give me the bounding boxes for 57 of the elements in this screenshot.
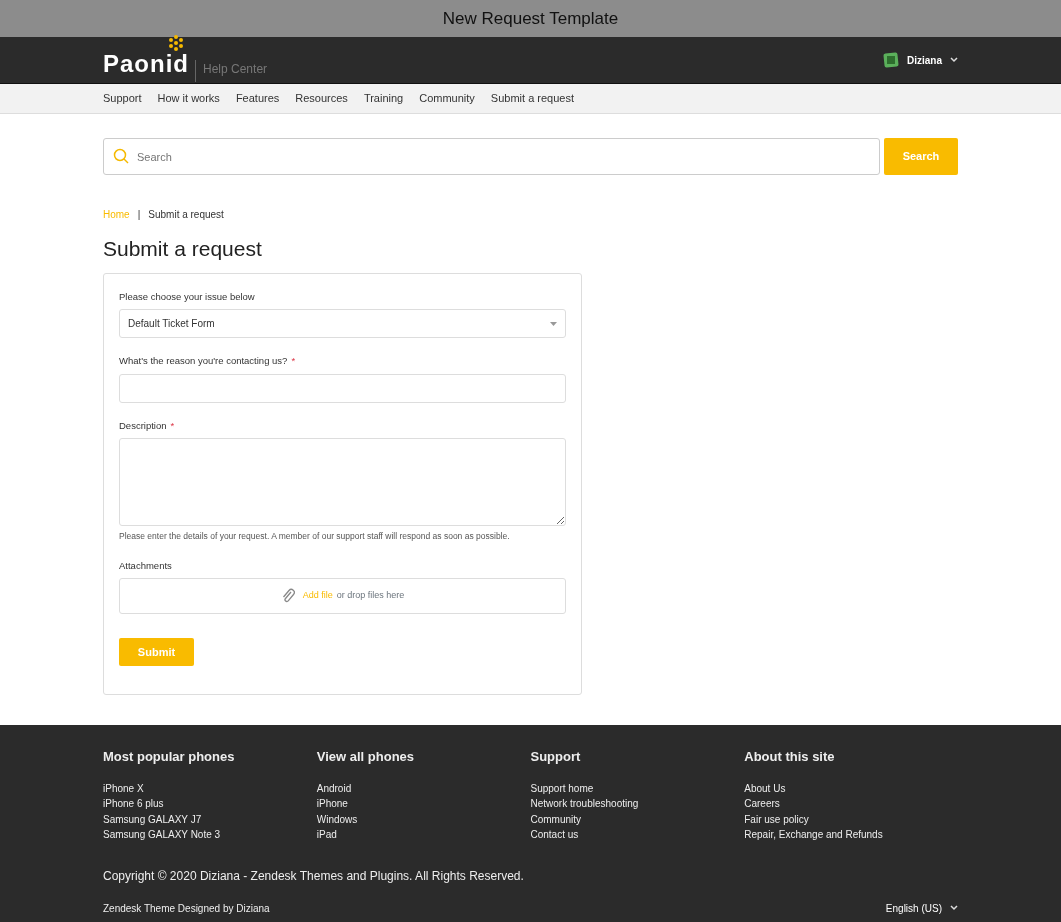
footer-link[interactable]: iPad bbox=[316, 827, 337, 843]
nav-link-item[interactable]: Training bbox=[363, 90, 404, 107]
drop-files-text: or drop files here bbox=[336, 590, 405, 601]
footer-link[interactable]: Android bbox=[316, 780, 352, 797]
chevron-down-icon bbox=[950, 905, 958, 912]
footer-link[interactable]: Windows bbox=[316, 811, 358, 828]
nav-link-item[interactable]: Community bbox=[419, 90, 475, 107]
copyright-text: Copyright © 2020 Diziana - Zendesk Themes and Plugins. All Rights Reserved. bbox=[103, 867, 524, 885]
footer-link[interactable]: Careers bbox=[744, 796, 780, 812]
chevron-down-icon bbox=[950, 57, 958, 63]
footer-heading: View all phones bbox=[316, 748, 416, 765]
credit-text: Zendesk Theme Designed by Diziana bbox=[103, 901, 271, 916]
nav-link-item[interactable]: Features bbox=[235, 90, 280, 107]
reason-input[interactable] bbox=[119, 373, 566, 403]
search-icon bbox=[113, 148, 129, 164]
flower-logo-icon bbox=[167, 34, 185, 52]
file-drop-zone[interactable]: Add file or drop files here bbox=[119, 577, 566, 614]
paperclip-icon bbox=[280, 587, 295, 604]
nav-link-item[interactable]: Resources bbox=[295, 90, 348, 107]
breadcrumb-separator: | bbox=[137, 208, 141, 222]
footer-link[interactable]: iPhone X bbox=[103, 780, 144, 797]
required-mark: * bbox=[291, 354, 296, 369]
page-title: Submit a request bbox=[103, 236, 263, 262]
window-title: New Request Template bbox=[0, 0, 1061, 37]
user-menu[interactable]: Diziana bbox=[883, 52, 958, 68]
footer-link[interactable]: Fair use policy bbox=[744, 811, 809, 828]
footer-link[interactable]: iPhone bbox=[316, 796, 348, 812]
language-selector[interactable]: English (US) bbox=[885, 900, 958, 916]
footer-heading: Support bbox=[530, 748, 582, 765]
field-label: Please choose your issue below bbox=[119, 290, 255, 305]
help-center-subtitle: Help Center bbox=[195, 60, 268, 82]
nav-link-item[interactable]: How it works bbox=[157, 90, 220, 107]
issue-select[interactable]: Default Ticket Form bbox=[119, 309, 566, 339]
footer-link[interactable]: Community bbox=[530, 811, 582, 828]
footer-link[interactable]: Samsung GALAXY J7 bbox=[103, 811, 202, 828]
logo-text[interactable]: Paonid bbox=[103, 50, 189, 77]
description-textarea[interactable] bbox=[119, 437, 566, 526]
footer-heading: About this site bbox=[744, 748, 836, 765]
footer-link[interactable]: iPhone 6 plus bbox=[103, 796, 164, 812]
caret-icon bbox=[550, 321, 557, 326]
field-label: Description bbox=[119, 418, 167, 433]
breadcrumb-current: Submit a request bbox=[148, 208, 224, 222]
footer-link[interactable]: Support home bbox=[530, 780, 594, 797]
nav-link-item[interactable]: Support bbox=[103, 90, 142, 107]
nav-link-item[interactable]: Submit a request bbox=[490, 90, 574, 107]
field-hint: Please enter the details of your request. A member of our support staff will respond as soon as possible. bbox=[119, 529, 511, 543]
avatar-icon bbox=[883, 52, 899, 68]
field-label: Attachments bbox=[119, 558, 172, 573]
footer-link[interactable]: Samsung GALAXY Note 3 bbox=[103, 827, 221, 843]
search-field[interactable]: Search bbox=[103, 138, 880, 175]
footer-link[interactable]: Repair, Exchange and Refunds bbox=[744, 827, 883, 843]
field-label: What's the reason you're contacting us? bbox=[119, 354, 288, 369]
footer-link[interactable]: Contact us bbox=[530, 827, 579, 843]
footer-link[interactable]: About Us bbox=[744, 780, 786, 797]
required-mark: * bbox=[170, 418, 175, 433]
footer-link[interactable]: Network troubleshooting bbox=[530, 796, 639, 812]
footer-heading: Most popular phones bbox=[103, 748, 236, 765]
